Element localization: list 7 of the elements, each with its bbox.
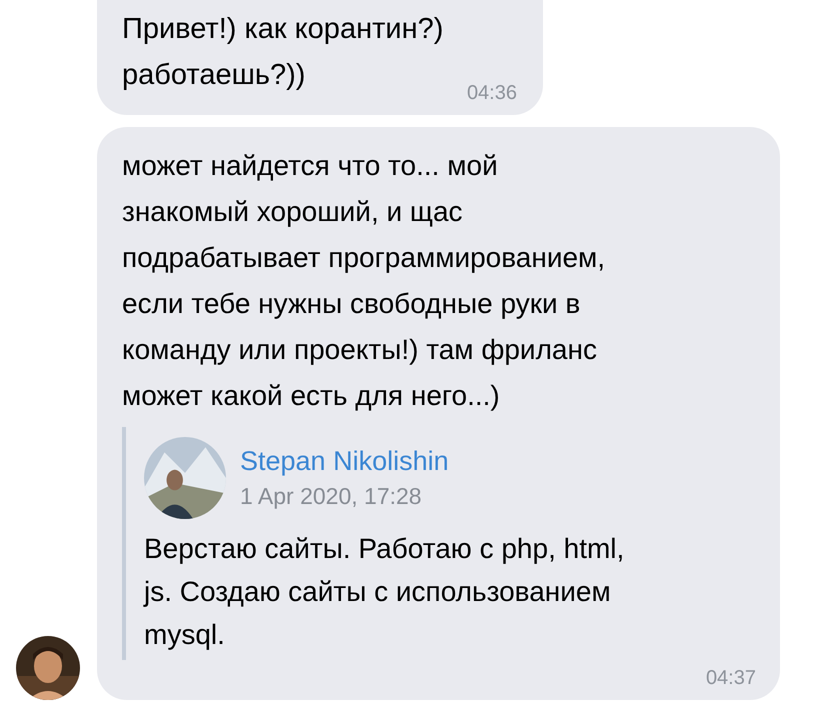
quote-date: 1 Apr 2020, 17:28 [240, 483, 423, 510]
message-time: 04:37 [704, 667, 756, 690]
quote-text: Верстаю сайты. Работаю с php, html, js. Создаю сайты с использованием mysql. [144, 532, 626, 652]
message-time: 04:36 [466, 82, 517, 105]
message-text: Привет!) как корантин?) работаешь?)) [122, 12, 444, 93]
author-name[interactable]: Stepan Nikolishin [240, 446, 449, 477]
message-text: может найдется что то... мой знакомый хороший, и щас подрабатывает программированием, если тебе нужны свободные руки в команду или проекты!) там фриланс может какой есть для него...) [122, 149, 606, 413]
